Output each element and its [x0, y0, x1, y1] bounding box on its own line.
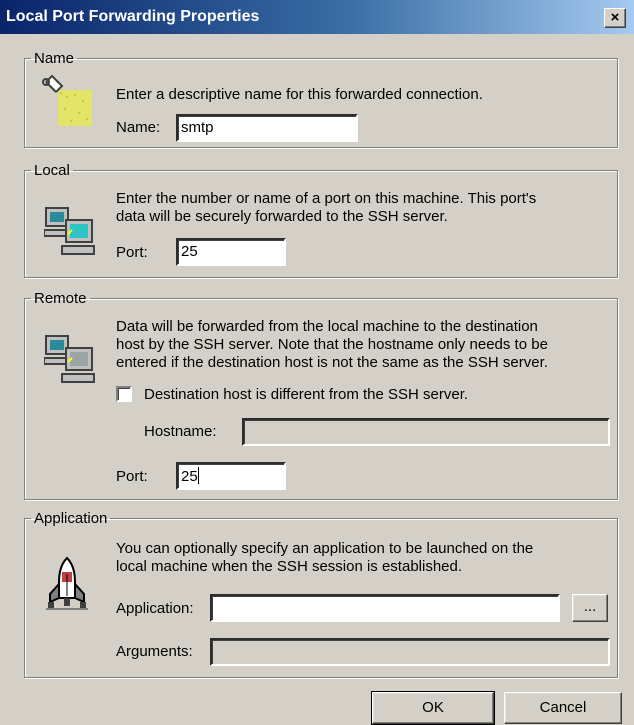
window-title: Local Port Forwarding Properties — [6, 8, 260, 25]
local-port-label: Port: — [116, 244, 148, 261]
application-description-line2: local machine when the SSH session is es… — [116, 558, 463, 575]
local-description-line2: data will be securely forwarded to the S… — [116, 208, 448, 225]
cancel-button[interactable]: Cancel — [504, 692, 622, 724]
remote-description-line2: host by the SSH server. Note that the ho… — [116, 336, 548, 353]
name-group-legend: Name — [34, 50, 75, 67]
local-description-line1: Enter the number or name of a port on th… — [116, 190, 537, 207]
hostname-label: Hostname: — [144, 423, 217, 440]
application-description-line1: You can optionally specify an applicatio… — [116, 540, 534, 557]
remote-port-value: 25 — [181, 468, 198, 485]
hostname-field[interactable] — [242, 418, 610, 446]
text-caret — [197, 467, 199, 484]
local-port-field[interactable]: 25 — [176, 238, 286, 266]
local-port-forwarding-dialog: Local Port Forwarding Properties × Name … — [0, 0, 634, 725]
destination-host-checkbox[interactable] — [116, 386, 132, 402]
remote-computer-icon — [44, 335, 95, 383]
title-bar[interactable]: Local Port Forwarding Properties × — [0, 0, 634, 34]
arguments-field[interactable] — [210, 638, 610, 666]
computer-icon — [44, 207, 95, 255]
remote-port-label: Port: — [116, 468, 148, 485]
application-label: Application: — [116, 600, 194, 617]
remote-description-line3: entered if the destination host is not t… — [116, 354, 548, 371]
name-field[interactable]: smtp — [176, 114, 358, 142]
name-tag-icon — [42, 74, 92, 126]
application-field[interactable] — [210, 594, 560, 622]
browse-button[interactable]: ... — [572, 594, 608, 622]
name-description: Enter a descriptive name for this forwar… — [116, 86, 483, 103]
close-button[interactable]: × — [604, 8, 626, 28]
remote-group-legend: Remote — [34, 290, 87, 307]
destination-host-label[interactable]: Destination host is different from the S… — [144, 386, 468, 404]
space-shuttle-icon — [46, 556, 88, 610]
remote-port-field[interactable]: 25 — [176, 462, 286, 490]
remote-description-line1: Data will be forwarded from the local ma… — [116, 318, 538, 335]
name-label: Name: — [116, 119, 161, 136]
local-group-legend: Local — [34, 162, 70, 179]
application-group-legend: Application — [34, 510, 108, 527]
ok-button[interactable]: OK — [371, 691, 495, 725]
arguments-label: Arguments: — [116, 643, 193, 660]
